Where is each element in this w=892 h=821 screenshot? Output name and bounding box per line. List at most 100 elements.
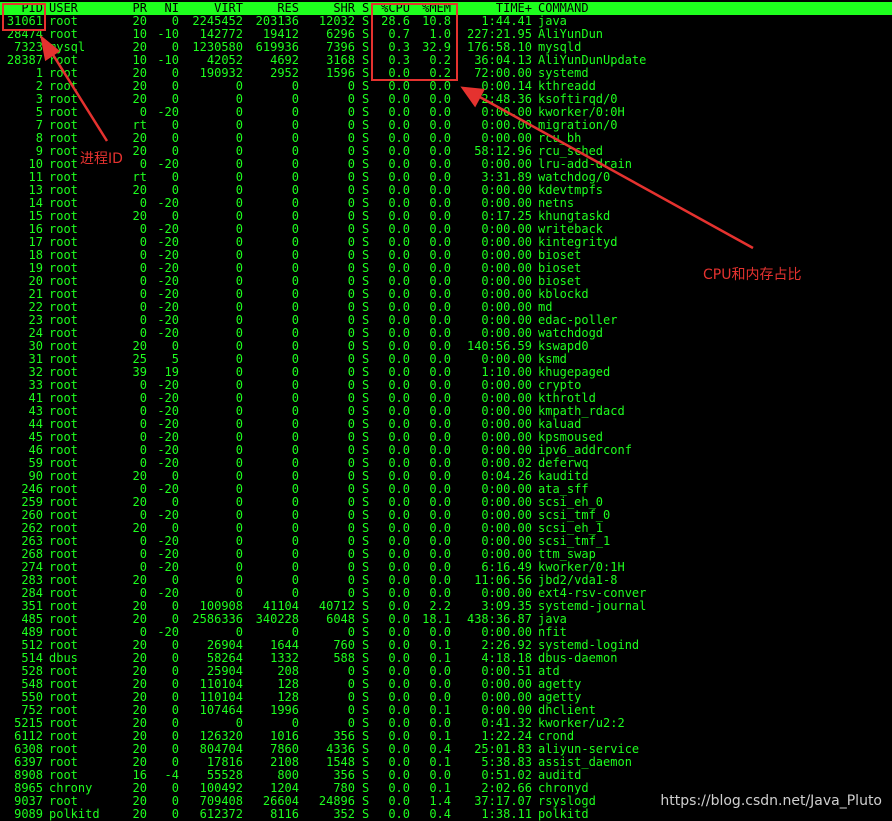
process-shr: 0: [347, 261, 355, 275]
process-command: khugepaged: [538, 365, 611, 379]
process-res: 0: [291, 482, 299, 496]
process-res: 0: [291, 534, 299, 548]
process-shr: 0: [347, 105, 355, 119]
process-virt: 0: [235, 547, 243, 561]
process-virt: 2586336: [192, 612, 243, 626]
process-state: S: [362, 807, 370, 821]
process-shr: 0: [347, 469, 355, 483]
process-res: 0: [291, 105, 299, 119]
header-command[interactable]: COMMAND: [538, 2, 878, 15]
process-virt: 0: [235, 261, 243, 275]
process-virt: 0: [235, 378, 243, 392]
process-res: 0: [291, 92, 299, 106]
process-res: 0: [291, 521, 299, 535]
process-res: 0: [291, 339, 299, 353]
process-command: dbus-daemon: [538, 651, 618, 665]
process-shr: 0: [347, 352, 355, 366]
cpu-mem-highlight-box: [371, 3, 458, 81]
process-virt: 0: [235, 170, 243, 184]
process-shr: 0: [347, 534, 355, 548]
process-shr: 0: [347, 482, 355, 496]
process-res: 0: [291, 118, 299, 132]
process-command: AliYunDunUpdate: [538, 53, 647, 67]
process-res: 0: [291, 326, 299, 340]
process-res: 0: [291, 378, 299, 392]
process-shr: 0: [347, 196, 355, 210]
process-shr: 0: [347, 222, 355, 236]
process-shr: 0: [347, 248, 355, 262]
process-res: 0: [291, 274, 299, 288]
process-command: watchdogd: [538, 326, 604, 340]
pid-annotation-label: 进程ID: [80, 151, 123, 167]
process-shr: 0: [347, 300, 355, 314]
process-virt: 0: [235, 131, 243, 145]
process-res: 0: [291, 79, 299, 93]
process-shr: 0: [347, 417, 355, 431]
cpu-mem-annotation-label: CPU和内存占比: [703, 267, 802, 283]
process-command: kblockd: [538, 287, 589, 301]
process-res: 0: [291, 469, 299, 483]
process-res: 0: [291, 209, 299, 223]
process-command: kdevtmpfs: [538, 183, 604, 197]
process-virt: 0: [235, 144, 243, 158]
process-virt: 0: [235, 560, 243, 574]
process-res: 0: [291, 560, 299, 574]
process-virt: 190932: [199, 66, 243, 80]
process-res: 0: [291, 300, 299, 314]
process-virt: 0: [235, 222, 243, 236]
process-virt: 0: [235, 339, 243, 353]
process-res: 0: [291, 222, 299, 236]
process-virt: 0: [235, 105, 243, 119]
process-shr: 0: [347, 365, 355, 379]
process-shr: 0: [347, 677, 355, 691]
process-shr: 0: [347, 313, 355, 327]
process-virt: 0: [235, 443, 243, 457]
process-res: 0: [291, 573, 299, 587]
process-command: atd: [538, 664, 560, 678]
process-command: kworker/u2:2: [538, 716, 625, 730]
process-shr: 0: [347, 404, 355, 418]
process-res: 0: [291, 508, 299, 522]
process-row[interactable]: 9089 polkitd 20 0 612372 8116 352 S 0.0 0.4 1:38.1…: [0, 808, 892, 821]
process-virt: 0: [235, 196, 243, 210]
process-shr: 0: [347, 183, 355, 197]
process-shr: 588: [333, 651, 355, 665]
process-user: polkitd: [49, 807, 100, 821]
process-shr: 0: [347, 274, 355, 288]
process-virt: 0: [235, 365, 243, 379]
process-shr: 0: [347, 326, 355, 340]
process-shr: 0: [347, 209, 355, 223]
process-virt: 0: [235, 521, 243, 535]
process-command: kintegrityd: [538, 235, 618, 249]
process-list: 31061 root 20 0 2245452 203136 12032 S 28.6 10.8 1…: [0, 15, 892, 821]
process-res: 2952: [270, 66, 299, 80]
process-shr: 0: [347, 508, 355, 522]
process-virt: 0: [235, 274, 243, 288]
process-nice: 0: [171, 807, 179, 821]
process-virt: 0: [235, 313, 243, 327]
process-priority: 20: [132, 807, 147, 821]
process-res: 0: [291, 183, 299, 197]
process-shr: 0: [347, 703, 355, 717]
process-virt: 0: [235, 508, 243, 522]
process-res: 1996: [270, 703, 299, 717]
process-shr: 0: [347, 144, 355, 158]
process-virt: 0: [235, 92, 243, 106]
process-res: 0: [291, 313, 299, 327]
process-command: java: [538, 612, 567, 626]
process-shr: 1596: [326, 66, 355, 80]
process-command: migration/0: [538, 118, 618, 132]
process-shr: 6048: [326, 612, 355, 626]
process-command: kmpath_rdacd: [538, 404, 625, 418]
process-command: bioset: [538, 248, 582, 262]
process-shr: 0: [347, 443, 355, 457]
process-shr: 0: [347, 287, 355, 301]
process-command: assist_daemon: [538, 755, 632, 769]
process-virt: 0: [235, 469, 243, 483]
process-res: 0: [291, 287, 299, 301]
process-res: 0: [291, 261, 299, 275]
process-virt: 0: [235, 118, 243, 132]
process-command: AliYunDun: [538, 27, 604, 41]
process-cpu: 0.0: [388, 807, 410, 821]
process-virt: 0: [235, 391, 243, 405]
